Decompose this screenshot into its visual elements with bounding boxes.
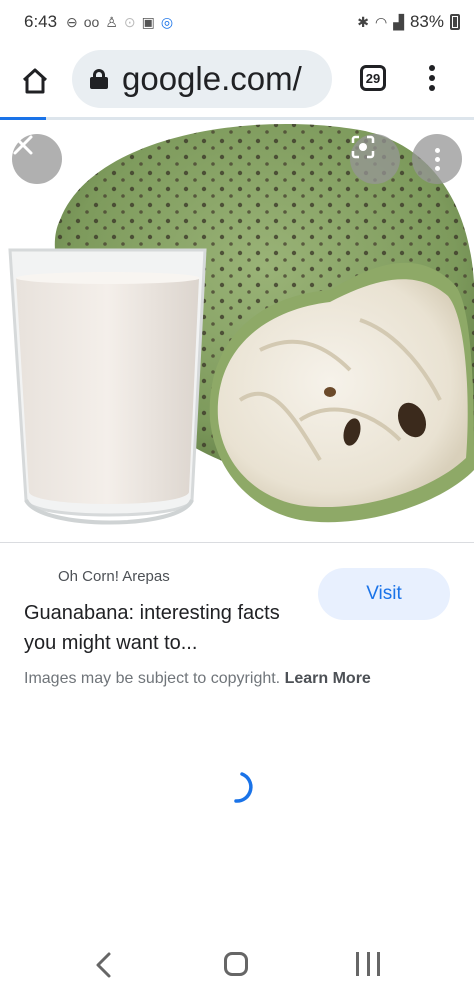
address-bar[interactable]: google.com/ [72, 50, 332, 108]
soursop-image [8, 124, 474, 525]
close-button[interactable] [12, 134, 62, 184]
menu-dot [429, 65, 435, 71]
status-bar: 6:43 ⊖ oo ♙ ⊙ ▣ ◎ ✱ ◠ ▟ 83% [0, 0, 474, 44]
url-text: google.com/ [122, 60, 302, 97]
voicemail-icon: oo [83, 14, 100, 30]
notification-icons: ⊖ oo ♙ ⊙ ▣ ◎ [66, 12, 173, 32]
copyright-text: Images may be subject to copyright. [24, 670, 281, 687]
recents-button[interactable] [356, 952, 380, 976]
more-dot [434, 156, 440, 162]
status-time: 6:43 [24, 12, 58, 31]
result-title[interactable]: Guanabana: interesting facts you might w… [24, 598, 304, 658]
tab-switcher-button[interactable]: 29 [360, 65, 386, 91]
system-icons: ✱ ◠ ▟ 83% [357, 12, 460, 32]
loading-spinner [234, 772, 253, 803]
close-icon [13, 135, 33, 155]
wifi-icon: ◠ [374, 14, 388, 30]
image-preview[interactable] [0, 120, 474, 542]
do-not-disturb-icon: ⊖ [66, 14, 78, 30]
visit-button[interactable]: Visit [318, 568, 450, 620]
lens-icon [351, 135, 375, 159]
back-icon[interactable] [90, 950, 118, 980]
source-name[interactable]: Oh Corn! Arepas [58, 568, 170, 585]
bluetooth-icon: ✱ [357, 14, 369, 30]
battery-icon [450, 14, 460, 30]
divider [0, 542, 474, 543]
menu-dot [429, 75, 435, 81]
home-nav-button[interactable] [224, 952, 248, 976]
system-nav-bar [0, 930, 474, 1000]
recents-bar [377, 952, 380, 976]
dot-icon: ⊙ [123, 14, 136, 30]
person-icon: ♙ [105, 14, 118, 30]
home-icon [22, 68, 48, 94]
browser-menu-button[interactable] [420, 60, 444, 96]
battery-percent: 83% [409, 12, 444, 31]
google-lens-button[interactable] [350, 134, 400, 184]
recents-bar [356, 952, 359, 976]
watch-icon: ◎ [160, 14, 174, 30]
lock-icon [90, 69, 108, 89]
home-button[interactable] [14, 60, 56, 102]
menu-dot [429, 85, 435, 91]
copyright-notice: Images may be subject to copyright. Lear… [24, 670, 371, 688]
more-dot [434, 165, 440, 171]
recents-bar [366, 952, 370, 976]
signal-icon: ▟ [393, 14, 404, 30]
browser-toolbar: google.com/ 29 [0, 44, 474, 118]
more-options-button[interactable] [412, 134, 462, 184]
gallery-icon: ▣ [141, 14, 155, 30]
more-dot [434, 147, 440, 153]
learn-more-link[interactable]: Learn More [285, 670, 371, 687]
